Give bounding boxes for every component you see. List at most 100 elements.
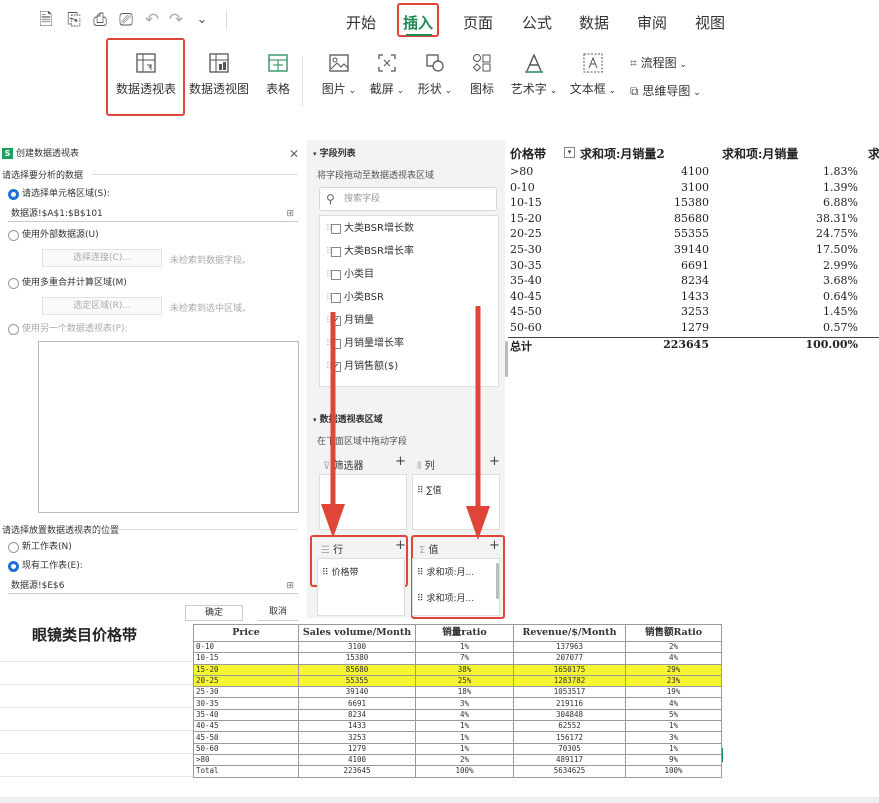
table-cell[interactable]: 1279 [298,742,416,755]
table-cell[interactable]: 15380 [298,652,416,665]
table-cell[interactable]: 19% [625,686,722,699]
existing-sheet-input[interactable]: 数据源!$E$6 ⊞ [8,579,298,594]
mindmap-button[interactable]: ⧉ 思维导图 ⌄ [630,82,701,99]
field-item[interactable]: ⠿ 大类BSR增长数 [320,220,490,238]
table-cell[interactable]: 2% [625,640,722,654]
table-cell[interactable]: 4% [625,697,722,710]
tab-home[interactable]: 开始 [346,12,376,33]
redo-icon[interactable]: ↷ [166,10,186,30]
table-button[interactable]: 表格 [258,52,298,97]
table-cell[interactable]: 85680 [298,663,416,676]
table-cell[interactable]: 100% [415,765,514,778]
icon-button[interactable]: 图标 [462,52,502,97]
range-picker-icon[interactable]: ⊞ [286,579,294,594]
tab-data[interactable]: 数据 [579,12,609,33]
table-cell[interactable]: 55355 [298,674,416,688]
table-cell[interactable]: 30-35 [193,697,299,710]
row-drop-zone[interactable]: ⠿ 价格带 [317,558,405,616]
values-scrollbar[interactable] [496,563,499,599]
add-row-icon[interactable]: + [395,538,406,553]
table-cell[interactable]: 1% [415,742,514,755]
ok-button[interactable]: 确定 [185,605,243,621]
save-icon[interactable]: 🗎 [36,10,56,30]
table-cell[interactable]: 29% [625,663,722,676]
table-cell[interactable]: 1% [415,720,514,733]
table-cell[interactable]: 45-50 [193,731,299,744]
table-cell[interactable]: 18% [415,686,514,699]
table-cell[interactable]: 20-25 [193,674,299,688]
tab-review[interactable]: 审阅 [637,12,667,33]
table-cell[interactable]: 15-20 [193,663,299,676]
table-header-cell[interactable]: 销量ratio [415,624,514,642]
print-icon[interactable]: ⎙ [90,10,110,30]
table-cell[interactable]: 4100 [298,753,416,767]
tab-page[interactable]: 页面 [463,12,493,33]
values-field-item[interactable]: ⠿ 求和项:月... [417,591,474,604]
export-icon[interactable]: ⎘ [64,10,84,30]
field-checkbox[interactable] [331,224,341,234]
radio-multi-consolidation[interactable]: 使用多重合并计算区域(M) [8,277,127,289]
radio-existing-sheet[interactable]: 现有工作表(E): [8,560,83,572]
table-cell[interactable]: 156172 [513,731,626,744]
table-cell[interactable]: 223645 [298,765,416,778]
textbox-button[interactable]: 文本框 ⌄ [566,52,620,97]
filter-dropdown-icon[interactable]: ▾ [564,147,575,158]
tab-formula[interactable]: 公式 [522,12,552,33]
column-field-values[interactable]: ⠿ ∑值 [417,483,442,496]
field-item[interactable]: ⠿ 小类目 [320,266,490,284]
table-cell[interactable]: 219116 [513,697,626,710]
table-cell[interactable]: 3253 [298,731,416,744]
table-cell[interactable]: 50-60 [193,742,299,755]
wordart-button[interactable]: 艺术字 ⌄ [508,52,560,97]
add-filter-icon[interactable]: + [395,454,406,469]
radio-external-source[interactable]: 使用外部数据源(U) [8,229,99,241]
field-list-header[interactable]: ▾ 字段列表 [313,146,356,159]
table-header-cell[interactable]: Price [193,624,299,642]
print-preview-icon[interactable]: ⎚ [116,10,136,30]
table-cell[interactable]: 2% [415,753,514,767]
table-cell[interactable]: 40-45 [193,720,299,733]
table-cell[interactable]: 1% [625,720,722,733]
pivot-list-area[interactable] [38,341,299,513]
table-cell[interactable]: 207077 [513,652,626,665]
pivot-table-button[interactable]: 数据透视表 [110,52,182,97]
screenshot-button[interactable]: 截屏 ⌄ [364,52,410,97]
picture-button[interactable]: 图片 ⌄ [316,52,362,97]
table-cell[interactable]: 137963 [513,640,626,654]
table-cell[interactable]: 4% [415,708,514,722]
table-cell[interactable]: 1% [625,742,722,755]
table-cell[interactable]: 39140 [298,686,416,699]
table-cell[interactable]: 9% [625,753,722,767]
table-cell[interactable]: 7% [415,652,514,665]
field-item[interactable]: ⠿ 大类BSR增长率 [320,243,490,261]
table-cell[interactable]: Total [193,765,299,778]
field-search-input[interactable]: ⚲ 搜索字段 [319,187,497,211]
table-cell[interactable]: 1283782 [513,674,626,688]
row-field-price-band[interactable]: ⠿ 价格带 [322,565,358,578]
table-header-cell[interactable]: Revenue/$/Month [513,624,626,642]
table-cell[interactable]: 6691 [298,697,416,710]
table-cell[interactable]: 304848 [513,708,626,722]
values-drop-zone[interactable]: ⠿ 求和项:月... ⠿ 求和项:月... [412,558,500,616]
cancel-button[interactable]: 取消 [258,605,298,621]
chevron-down-icon[interactable]: ⌄ [192,10,212,30]
table-cell[interactable]: 25% [415,674,514,688]
table-cell[interactable]: 35-40 [193,708,299,722]
table-cell[interactable]: 1% [415,640,514,654]
field-item[interactable]: ⠿ 小类BSR [320,289,490,307]
table-cell[interactable]: 62552 [513,720,626,733]
table-cell[interactable]: 4% [625,652,722,665]
table-cell[interactable]: 0-10 [193,640,299,654]
table-cell[interactable]: 3100 [298,640,416,654]
radio-select-range[interactable]: 请选择单元格区域(S): [8,188,110,200]
table-cell[interactable]: 8234 [298,708,416,722]
table-cell[interactable]: 38% [415,663,514,676]
table-cell[interactable]: 23% [625,674,722,688]
table-header-cell[interactable]: Sales volume/Month [298,624,416,642]
table-cell[interactable]: 1% [415,731,514,744]
radio-new-sheet[interactable]: 新工作表(N) [8,541,72,553]
values-field-item[interactable]: ⠿ 求和项:月... [417,565,474,578]
table-cell[interactable]: 25-30 [193,686,299,699]
table-cell[interactable]: 1650175 [513,663,626,676]
table-cell[interactable]: 3% [415,697,514,710]
